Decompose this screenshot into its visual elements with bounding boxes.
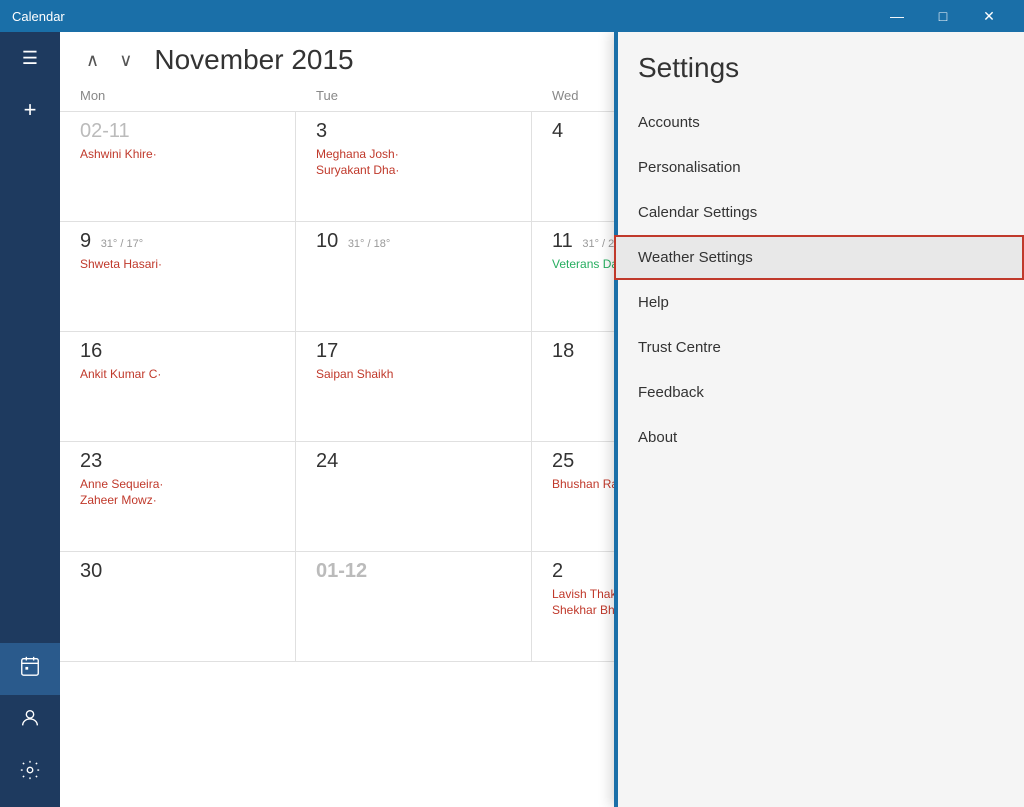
event: Suryakant Dha·	[316, 163, 511, 177]
event: Shweta Hasari·	[80, 257, 275, 271]
event: Anne Sequeira·	[80, 477, 275, 491]
day-cell[interactable]: 30	[60, 552, 296, 661]
day-cell[interactable]: 16 Ankit Kumar C·	[60, 332, 296, 441]
app-body: ☰ +	[0, 32, 1024, 807]
event: Ashwini Khire·	[80, 147, 275, 161]
hamburger-icon: ☰	[22, 48, 38, 69]
next-month-button[interactable]: ∨	[113, 46, 138, 75]
event: Ankit Kumar C·	[80, 367, 275, 381]
window-controls: — □ ✕	[874, 0, 1012, 32]
day-number: 16	[80, 340, 275, 363]
settings-panel: Settings Accounts Personalisation Calend…	[614, 32, 1024, 807]
settings-item-personalisation[interactable]: Personalisation	[614, 145, 1024, 190]
title-bar: Calendar — □ ✕	[0, 0, 1024, 32]
calendar-icon	[19, 655, 41, 683]
day-cell[interactable]: 17 Saipan Shaikh	[296, 332, 532, 441]
settings-item-weather-settings[interactable]: Weather Settings	[614, 235, 1024, 280]
day-number: 10 31° / 18°	[316, 230, 511, 253]
minimize-button[interactable]: —	[874, 0, 920, 32]
people-button[interactable]	[0, 695, 60, 747]
prev-month-button[interactable]: ∧	[80, 46, 105, 75]
day-number: 3	[316, 120, 511, 143]
calendar-nav-button[interactable]	[0, 643, 60, 695]
settings-item-calendar-settings[interactable]: Calendar Settings	[614, 190, 1024, 235]
settings-item-about[interactable]: About	[614, 415, 1024, 460]
gear-icon	[19, 759, 41, 787]
sidebar-bottom	[0, 643, 60, 807]
calendar-area: ∧ ∨ November 2015 Mon Tue Wed Thu 02-11 …	[60, 32, 1024, 807]
settings-button[interactable]	[0, 747, 60, 799]
face-icon	[19, 707, 41, 735]
day-cell[interactable]: 9 31° / 17° Shweta Hasari·	[60, 222, 296, 331]
day-number: 23	[80, 450, 275, 473]
day-header-tue: Tue	[296, 84, 532, 107]
day-temp: 31° / 17°	[101, 238, 143, 250]
day-number: 17	[316, 340, 511, 363]
day-cell[interactable]: 02-11 Ashwini Khire·	[60, 112, 296, 221]
settings-item-trust-centre[interactable]: Trust Centre	[614, 325, 1024, 370]
event: Saipan Shaikh	[316, 367, 511, 381]
day-number: 24	[316, 450, 511, 473]
menu-button[interactable]: ☰	[0, 32, 60, 84]
day-header-mon: Mon	[60, 84, 296, 107]
event: Zaheer Mowz·	[80, 493, 275, 507]
close-button[interactable]: ✕	[966, 0, 1012, 32]
settings-item-feedback[interactable]: Feedback	[614, 370, 1024, 415]
day-cell[interactable]: 10 31° / 18°	[296, 222, 532, 331]
day-number: 01-12	[316, 560, 511, 583]
event: Meghana Josh·	[316, 147, 511, 161]
day-number: 02-11	[80, 120, 275, 143]
settings-item-help[interactable]: Help	[614, 280, 1024, 325]
day-cell[interactable]: 01-12	[296, 552, 532, 661]
day-cell[interactable]: 3 Meghana Josh· Suryakant Dha·	[296, 112, 532, 221]
settings-item-accounts[interactable]: Accounts	[614, 100, 1024, 145]
day-temp: 31° / 18°	[348, 238, 390, 250]
day-number: 30	[80, 560, 275, 583]
month-title: November 2015	[154, 44, 353, 76]
sidebar: ☰ +	[0, 32, 60, 807]
maximize-button[interactable]: □	[920, 0, 966, 32]
add-button[interactable]: +	[0, 84, 60, 136]
day-number: 9 31° / 17°	[80, 230, 275, 253]
day-cell[interactable]: 23 Anne Sequeira· Zaheer Mowz·	[60, 442, 296, 551]
app-title: Calendar	[12, 9, 874, 24]
day-cell[interactable]: 24	[296, 442, 532, 551]
plus-icon: +	[24, 97, 37, 123]
settings-title: Settings	[614, 32, 1024, 100]
